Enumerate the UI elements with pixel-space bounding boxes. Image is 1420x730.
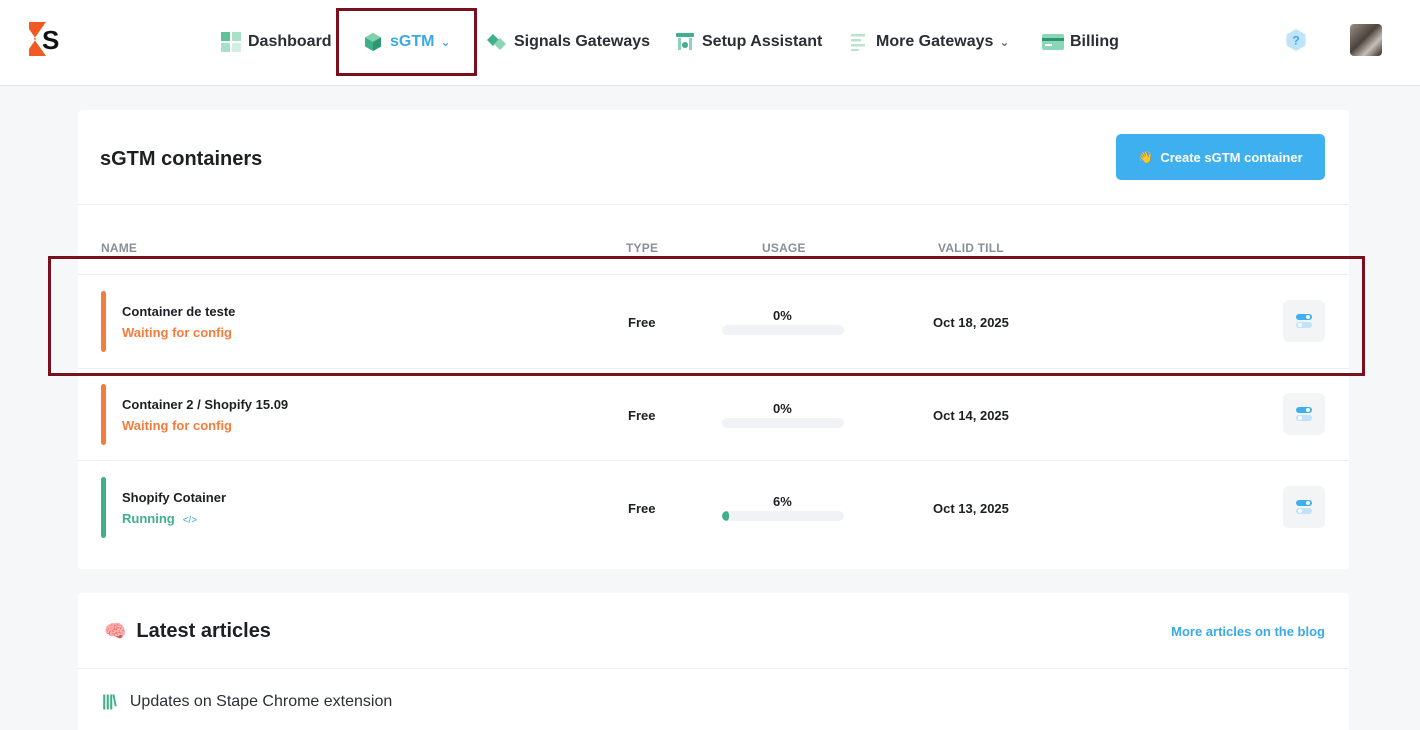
credit-card-icon bbox=[1042, 31, 1064, 53]
table-row[interactable]: Container de teste Waiting for config Fr… bbox=[78, 275, 1349, 368]
column-header-name: NAME bbox=[101, 241, 138, 255]
avatar[interactable] bbox=[1350, 24, 1382, 56]
stape-logo[interactable]: S bbox=[28, 21, 62, 57]
chevron-down-icon: ⌄ bbox=[440, 35, 451, 49]
code-icon[interactable]: </> bbox=[183, 515, 197, 526]
column-header-usage: USAGE bbox=[762, 241, 806, 255]
nav-dashboard-label: Dashboard bbox=[248, 33, 332, 50]
nav-signals-gateways-label: Signals Gateways bbox=[514, 33, 651, 50]
article-title: Updates on Stape Chrome extension bbox=[129, 693, 393, 710]
table-row[interactable]: Shopify Cotainer Running </> Free 6% Oct … bbox=[78, 461, 1349, 554]
settings-toggle-button[interactable] bbox=[1283, 393, 1325, 435]
column-header-valid-till: VALID TILL bbox=[938, 241, 1004, 255]
toggle-icon bbox=[1296, 407, 1312, 421]
cube-icon bbox=[362, 31, 384, 53]
status-indicator bbox=[101, 384, 106, 445]
status-indicator bbox=[101, 291, 106, 352]
articles-card: 🧠 Latest articles More articles on the b… bbox=[78, 593, 1349, 730]
container-name[interactable]: Shopify Cotainer bbox=[122, 490, 226, 505]
articles-title-label: Latest articles bbox=[136, 620, 271, 642]
settings-toggle-button[interactable] bbox=[1283, 300, 1325, 342]
usage-bar-fill bbox=[722, 511, 730, 521]
nav-sgtm[interactable]: sGTM ⌄ bbox=[356, 0, 457, 84]
usage-bar bbox=[722, 325, 844, 335]
articles-title: 🧠 Latest articles bbox=[104, 620, 271, 643]
help-icon[interactable]: ? bbox=[1284, 28, 1308, 52]
table-row[interactable]: Container 2 / Shopify 15.09 Waiting for … bbox=[78, 368, 1349, 461]
svg-text:?: ? bbox=[1292, 34, 1299, 48]
nav-sgtm-label: sGTM bbox=[390, 33, 435, 50]
nav-setup-assistant-label: Setup Assistant bbox=[702, 33, 823, 50]
divider bbox=[78, 668, 1349, 669]
usage-percent: 0% bbox=[773, 308, 792, 323]
nav-more-gateways[interactable]: More Gateways ⌄ bbox=[848, 0, 1009, 84]
dashboard-icon bbox=[220, 31, 242, 53]
chevron-down-icon: ⌄ bbox=[999, 35, 1010, 49]
signals-gateway-icon bbox=[486, 31, 508, 53]
nav-billing[interactable]: Billing bbox=[1042, 0, 1119, 84]
more-articles-link[interactable]: More articles on the blog bbox=[1171, 624, 1325, 639]
usage-bar bbox=[722, 511, 844, 521]
nav-dashboard[interactable]: Dashboard bbox=[220, 0, 332, 84]
hand-icon: 👋 bbox=[1138, 150, 1154, 164]
top-navigation: S Dashboard sGTM ⌄ Signals Gateways Setu… bbox=[0, 0, 1420, 86]
nav-signals-gateways[interactable]: Signals Gateways bbox=[486, 0, 650, 84]
valid-till: Oct 14, 2025 bbox=[933, 408, 1009, 423]
column-header-type: TYPE bbox=[626, 241, 659, 255]
toggle-icon bbox=[1296, 500, 1312, 514]
divider bbox=[78, 204, 1349, 205]
container-status: Running </> bbox=[122, 511, 198, 526]
svg-text:S: S bbox=[42, 25, 59, 55]
usage-bar bbox=[722, 418, 844, 428]
books-icon: |||\ bbox=[102, 693, 117, 710]
container-name[interactable]: Container 2 / Shopify 15.09 bbox=[122, 397, 288, 412]
container-status: Waiting for config bbox=[122, 418, 232, 433]
container-type: Free bbox=[628, 408, 656, 423]
container-type: Free bbox=[628, 501, 656, 516]
valid-till: Oct 13, 2025 bbox=[933, 501, 1009, 516]
toggle-icon bbox=[1296, 314, 1312, 328]
container-type: Free bbox=[628, 315, 656, 330]
usage-percent: 0% bbox=[773, 401, 792, 416]
brain-icon: 🧠 bbox=[104, 621, 127, 641]
nav-more-gateways-label: More Gateways bbox=[876, 33, 994, 50]
create-container-label: Create sGTM container bbox=[1160, 149, 1303, 165]
nav-setup-assistant[interactable]: Setup Assistant bbox=[674, 0, 822, 84]
container-name[interactable]: Container de teste bbox=[122, 304, 235, 319]
setup-assistant-icon bbox=[674, 31, 696, 53]
valid-till: Oct 18, 2025 bbox=[933, 315, 1009, 330]
settings-toggle-button[interactable] bbox=[1283, 486, 1325, 528]
page-title: sGTM containers bbox=[100, 148, 263, 170]
nav-billing-label: Billing bbox=[1070, 33, 1119, 50]
containers-card: sGTM containers 👋 Create sGTM container … bbox=[78, 110, 1349, 569]
usage-percent: 6% bbox=[773, 494, 792, 509]
status-indicator bbox=[101, 477, 106, 538]
list-item[interactable]: |||\ Updates on Stape Chrome extension bbox=[102, 693, 392, 711]
list-icon bbox=[848, 31, 870, 53]
container-status: Waiting for config bbox=[122, 325, 232, 340]
create-container-button[interactable]: 👋 Create sGTM container bbox=[1116, 134, 1325, 180]
